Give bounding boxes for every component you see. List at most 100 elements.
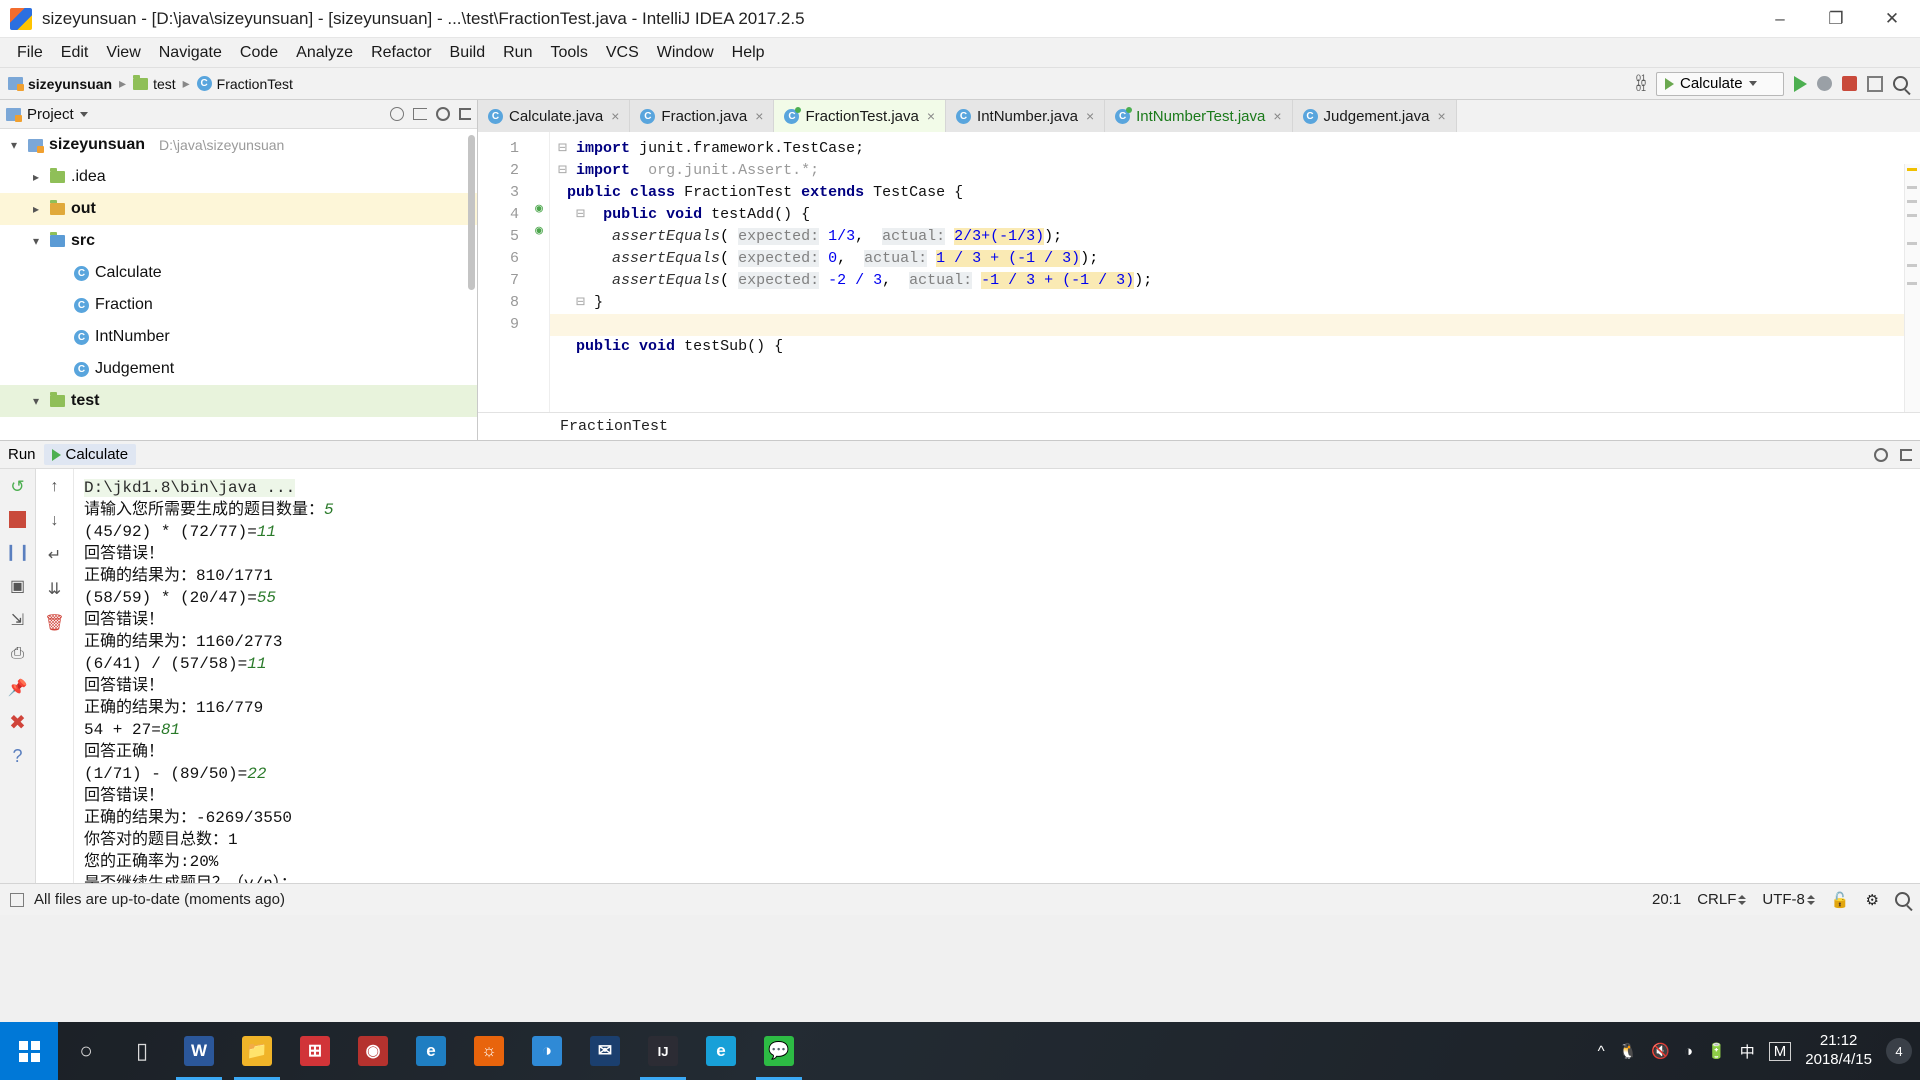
menu-code[interactable]: Code [231, 41, 287, 65]
taskbar-app-ie[interactable]: e [692, 1022, 750, 1080]
scroll-from-source-icon[interactable] [413, 108, 427, 120]
tree-node-sizeyunsuan[interactable]: sizeyunsuan D:\java\sizeyunsuan [0, 129, 477, 161]
battery-icon[interactable]: 🔋 [1707, 1042, 1726, 1060]
breadcrumb-item-test[interactable]: test [153, 76, 176, 92]
chevron-down-icon[interactable] [28, 394, 44, 408]
layout-icon[interactable] [1867, 75, 1883, 92]
run-button[interactable] [1794, 75, 1807, 92]
maximize-button[interactable]: ❐ [1808, 0, 1864, 38]
toggle-toolwindows-icon[interactable] [10, 892, 24, 907]
encoding-selector[interactable]: UTF-8 [1762, 891, 1815, 908]
ime-m-icon[interactable]: M [1768, 1041, 1792, 1061]
tab-intnumber-java[interactable]: C IntNumber.java × [946, 100, 1106, 132]
editor-gutter[interactable]: 1 2 3 4 5 6 7 8 9 ◉ ◉ [478, 132, 550, 440]
chevron-right-icon[interactable] [28, 202, 44, 216]
taskbar-app-word[interactable]: W [170, 1022, 228, 1080]
tree-node-out[interactable]: out [0, 193, 477, 225]
tree-node-idea[interactable]: .idea [0, 161, 477, 193]
camera-icon[interactable]: ▣ [8, 576, 28, 596]
run-method-gutter-icon[interactable]: ◉ [529, 224, 543, 238]
close-icon[interactable]: × [1273, 108, 1281, 124]
close-icon[interactable]: × [755, 108, 763, 124]
menu-tools[interactable]: Tools [541, 41, 596, 65]
tab-fraction-java[interactable]: C Fraction.java × [630, 100, 775, 132]
tree-node-calculate[interactable]: C Calculate [0, 257, 477, 289]
project-tree[interactable]: sizeyunsuan D:\java\sizeyunsuan .idea ou… [0, 129, 477, 440]
trash-icon[interactable]: 🗑 [44, 613, 64, 633]
tree-node-intnumber[interactable]: C IntNumber [0, 321, 477, 353]
binary-download-icon[interactable]: 01 10 01 [1636, 74, 1646, 93]
menu-file[interactable]: File [8, 41, 52, 65]
code-editor[interactable]: 1 2 3 4 5 6 7 8 9 ◉ ◉ ⊟ import junit.fra… [478, 132, 1920, 440]
menu-run[interactable]: Run [494, 41, 541, 65]
chevron-down-icon[interactable] [28, 234, 44, 248]
tab-intnumbertest-java[interactable]: C IntNumberTest.java × [1105, 100, 1293, 132]
soft-wrap-icon[interactable]: ↵ [45, 545, 65, 565]
taskbar-app-mail[interactable]: ✉ [576, 1022, 634, 1080]
start-button[interactable] [0, 1022, 58, 1080]
close-icon[interactable]: × [611, 108, 619, 124]
gear-icon[interactable] [436, 107, 450, 121]
cortana-search-icon[interactable]: ○ [58, 1022, 114, 1080]
menu-vcs[interactable]: VCS [597, 41, 648, 65]
tree-node-src[interactable]: src [0, 225, 477, 257]
menu-edit[interactable]: Edit [52, 41, 98, 65]
scroll-down-icon[interactable]: ↓ [45, 511, 65, 531]
close-icon[interactable]: ✖ [8, 712, 28, 734]
help-icon[interactable]: ? [8, 746, 28, 766]
chevron-up-icon[interactable]: ^ [1598, 1043, 1605, 1060]
menu-refactor[interactable]: Refactor [362, 41, 440, 65]
debug-button[interactable] [1817, 76, 1832, 91]
close-icon[interactable]: × [927, 108, 935, 124]
line-separator[interactable]: CRLF [1697, 891, 1747, 908]
menu-analyze[interactable]: Analyze [287, 41, 362, 65]
chevron-down-icon[interactable] [6, 138, 22, 152]
hide-panel-icon[interactable] [1900, 448, 1912, 461]
stop-button[interactable] [1842, 76, 1857, 91]
taskbar-app-wechat[interactable]: 💬 [750, 1022, 808, 1080]
taskbar-app-intellij[interactable]: IJ [634, 1022, 692, 1080]
close-button[interactable]: ✕ [1864, 0, 1920, 38]
code-text[interactable]: ⊟ import junit.framework.TestCase; ⊟ imp… [550, 132, 1920, 440]
tab-fractiontest-java[interactable]: C FractionTest.java × [774, 100, 947, 132]
menu-navigate[interactable]: Navigate [150, 41, 231, 65]
search-icon[interactable] [1895, 892, 1910, 907]
print-icon[interactable]: ⎙ [8, 644, 28, 664]
taskbar-app-browser-blue[interactable]: ◑ [518, 1022, 576, 1080]
tree-node-test[interactable]: test [0, 385, 477, 417]
taskbar-app-edge[interactable]: e [402, 1022, 460, 1080]
search-everywhere-icon[interactable] [1893, 76, 1908, 91]
hide-panel-icon[interactable] [459, 108, 471, 120]
rerun-icon[interactable]: ↺ [8, 477, 28, 497]
project-tree-scrollbar[interactable] [468, 135, 475, 290]
taskbar-clock[interactable]: 21:12 2018/4/15 [1805, 1032, 1872, 1070]
notification-badge[interactable]: 4 [1886, 1038, 1912, 1064]
project-scope-chevron-icon[interactable] [79, 111, 88, 117]
menu-view[interactable]: View [97, 41, 149, 65]
tab-calculate-java[interactable]: C Calculate.java × [478, 100, 631, 132]
task-view-icon[interactable]: ▯ [114, 1022, 170, 1080]
taskbar-app-store[interactable]: ⊞ [286, 1022, 344, 1080]
menu-window[interactable]: Window [648, 41, 723, 65]
minimize-button[interactable]: – [1752, 0, 1808, 38]
inspection-icon[interactable]: ⚙ [1866, 891, 1879, 909]
taskbar-app-file-explorer[interactable]: 📁 [228, 1022, 286, 1080]
menu-help[interactable]: Help [723, 41, 774, 65]
tab-judgement-java[interactable]: C Judgement.java × [1292, 100, 1457, 132]
scroll-to-end-icon[interactable]: ⇊ [45, 579, 65, 599]
wifi-icon[interactable]: ◑ [1684, 1043, 1693, 1060]
tree-node-fraction[interactable]: C Fraction [0, 289, 477, 321]
caret-position[interactable]: 20:1 [1652, 891, 1681, 908]
close-icon[interactable]: × [1086, 108, 1094, 124]
qq-penguin-icon[interactable]: 🐧 [1619, 1042, 1638, 1060]
breadcrumb-item-class[interactable]: FractionTest [217, 76, 293, 92]
pause-icon[interactable]: ❙❙ [4, 542, 31, 562]
collapse-all-icon[interactable] [390, 107, 404, 121]
chevron-right-icon[interactable] [28, 170, 44, 184]
volume-muted-icon[interactable]: 🔇 [1651, 1042, 1670, 1060]
export-icon[interactable]: ⇲ [8, 610, 28, 630]
editor-breadcrumb[interactable]: FractionTest [478, 412, 1920, 440]
close-icon[interactable]: × [1437, 108, 1445, 124]
ime-chinese-icon[interactable]: 中 [1740, 1041, 1755, 1062]
run-tab-calculate[interactable]: Calculate [43, 444, 137, 465]
